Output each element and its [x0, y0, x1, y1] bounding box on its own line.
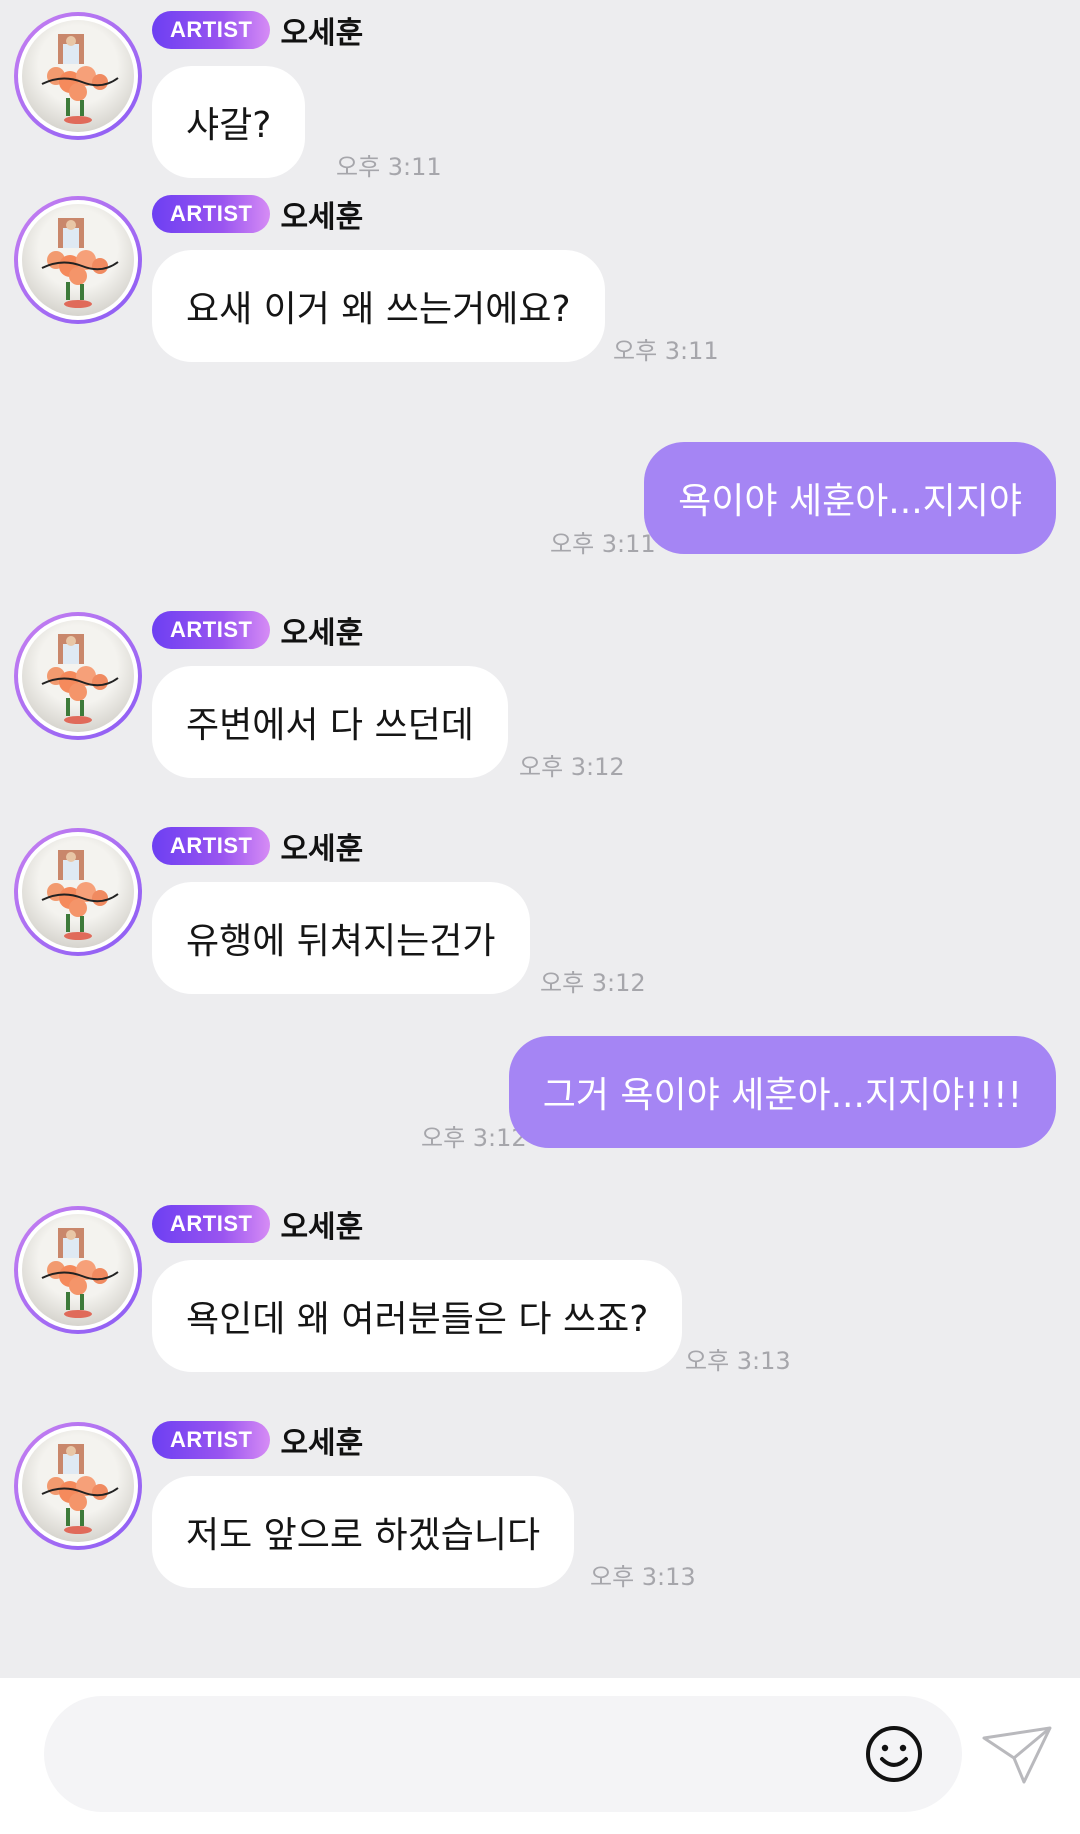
- message-bubble[interactable]: 주변에서 다 쓰던데: [152, 666, 508, 778]
- avatar[interactable]: [14, 1206, 142, 1334]
- artist-badge: ARTIST: [152, 827, 271, 865]
- sender-name: 오세훈: [280, 616, 364, 651]
- message-input[interactable]: [44, 1696, 962, 1812]
- message-bubble[interactable]: 샤갈?: [152, 66, 306, 178]
- smiley-icon[interactable]: [864, 1724, 924, 1784]
- sender-name: 오세훈: [280, 16, 364, 51]
- timestamp: 오후 3:11: [336, 153, 442, 181]
- message-bubble[interactable]: 저도 앞으로 하겠습니다: [152, 1476, 575, 1588]
- incoming-message: ARTIST 오세훈 샤갈? 오후 3:11: [0, 0, 1080, 181]
- artist-badge: ARTIST: [152, 195, 271, 233]
- chat-thread[interactable]: ARTIST 오세훈 샤갈? 오후 3:11 ARTIST 오세훈 요새 이거 …: [0, 0, 1080, 1678]
- avatar-image: [22, 20, 134, 132]
- sender-name: 오세훈: [280, 1426, 364, 1461]
- avatar-image: [22, 1430, 134, 1542]
- avatar-image: [22, 1214, 134, 1326]
- message-bubble[interactable]: 유행에 뒤쳐지는건가: [152, 882, 530, 994]
- timestamp: 오후 3:12: [540, 969, 646, 997]
- timestamp: 오후 3:13: [685, 1347, 791, 1375]
- avatar-image: [22, 204, 134, 316]
- incoming-message: ARTIST 오세훈 유행에 뒤쳐지는건가 오후 3:12: [0, 816, 1080, 997]
- avatar[interactable]: [14, 12, 142, 140]
- sender-name: 오세훈: [280, 1210, 364, 1245]
- timestamp: 오후 3:13: [590, 1563, 696, 1591]
- incoming-message: ARTIST 오세훈 요새 이거 왜 쓰는거에요? 오후 3:11: [0, 184, 1080, 365]
- message-bubble[interactable]: 요새 이거 왜 쓰는거에요?: [152, 250, 605, 362]
- timestamp: 오후 3:12: [421, 1124, 527, 1152]
- avatar[interactable]: [14, 196, 142, 324]
- avatar[interactable]: [14, 1422, 142, 1550]
- outgoing-message: 오후 3:11 욕이야 세훈아...지지야: [0, 442, 1080, 562]
- timestamp: 오후 3:11: [613, 337, 719, 365]
- message-bubble[interactable]: 욕인데 왜 여러분들은 다 쓰죠?: [152, 1260, 683, 1372]
- message-composer: [0, 1678, 1080, 1834]
- avatar-image: [22, 836, 134, 948]
- outgoing-message: 오후 3:12 그거 욕이야 세훈아...지지야!!!!: [0, 1036, 1080, 1156]
- message-bubble[interactable]: 욕이야 세훈아...지지야: [644, 442, 1056, 554]
- sender-name: 오세훈: [280, 832, 364, 867]
- paper-plane-icon[interactable]: [980, 1724, 1054, 1786]
- artist-badge: ARTIST: [152, 11, 271, 49]
- timestamp: 오후 3:11: [550, 530, 656, 558]
- artist-badge: ARTIST: [152, 611, 271, 649]
- artist-badge: ARTIST: [152, 1421, 271, 1459]
- artist-badge: ARTIST: [152, 1205, 271, 1243]
- incoming-message: ARTIST 오세훈 주변에서 다 쓰던데 오후 3:12: [0, 600, 1080, 781]
- timestamp: 오후 3:12: [519, 753, 625, 781]
- avatar[interactable]: [14, 828, 142, 956]
- sender-name: 오세훈: [280, 200, 364, 235]
- avatar-image: [22, 620, 134, 732]
- message-bubble[interactable]: 그거 욕이야 세훈아...지지야!!!!: [508, 1036, 1056, 1148]
- avatar[interactable]: [14, 612, 142, 740]
- incoming-message: ARTIST 오세훈 욕인데 왜 여러분들은 다 쓰죠? 오후 3:13: [0, 1194, 1080, 1375]
- incoming-message: ARTIST 오세훈 저도 앞으로 하겠습니다 오후 3:13: [0, 1410, 1080, 1591]
